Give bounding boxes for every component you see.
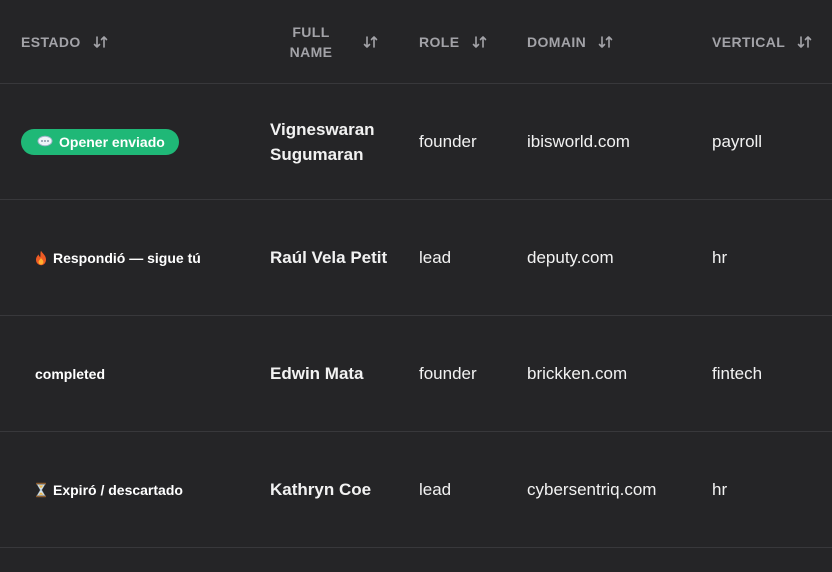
column-header-role[interactable]: ROLE [419, 0, 488, 83]
fire-icon [35, 250, 47, 266]
role-cell: lead [419, 247, 452, 267]
column-header-vertical[interactable]: VERTICAL [712, 0, 813, 83]
sort-icon[interactable] [363, 35, 379, 49]
full-name-cell: Kathryn Coe [270, 480, 372, 499]
column-header-full-name[interactable]: FULL NAME [286, 0, 379, 83]
leads-table: ESTADO FULL NAME ROLE DOMAIN VERTICAL Op… [0, 0, 832, 548]
vertical-cell: hr [712, 479, 728, 499]
domain-cell: brickken.com [527, 363, 628, 383]
status-label: completed [35, 365, 106, 382]
estado-cell: completed [21, 316, 105, 431]
table-header: ESTADO FULL NAME ROLE DOMAIN VERTICAL [0, 0, 832, 84]
table-row[interactable]: Expiró / descartado Kathryn Coe lead cyb… [0, 432, 832, 548]
vertical-cell: hr [712, 247, 728, 267]
column-label: DOMAIN [527, 33, 587, 50]
table-row[interactable]: Respondió — sigue tú Raúl Vela Petit lea… [0, 200, 832, 316]
column-label: ESTADO [21, 33, 81, 50]
status-label: Expiró / descartado [53, 481, 183, 498]
column-header-domain[interactable]: DOMAIN [527, 0, 614, 83]
full-name-cell: Vigneswaran Sugumaran [270, 119, 375, 164]
sort-icon[interactable] [797, 35, 813, 49]
domain-cell: cybersentriq.com [527, 479, 657, 499]
estado-cell: Expiró / descartado [21, 432, 183, 547]
status-label: Respondió — sigue tú [53, 249, 201, 266]
column-header-estado[interactable]: ESTADO [21, 0, 109, 83]
role-cell: founder [419, 363, 477, 383]
status-badge: completed [21, 366, 105, 382]
hourglass-icon [35, 482, 47, 498]
estado-cell: Opener enviado [21, 84, 179, 199]
sort-icon[interactable] [93, 35, 109, 49]
table-row[interactable]: completed Edwin Mata founder brickken.co… [0, 316, 832, 432]
column-label: ROLE [419, 33, 460, 50]
role-cell: founder [419, 131, 477, 151]
column-label: FULL NAME [289, 23, 333, 60]
estado-cell: Respondió — sigue tú [21, 200, 201, 315]
domain-cell: deputy.com [527, 247, 614, 267]
speech-bubble-icon [37, 135, 53, 148]
domain-cell: ibisworld.com [527, 131, 630, 151]
status-badge: Respondió — sigue tú [21, 250, 201, 266]
vertical-cell: payroll [712, 131, 763, 151]
table-row[interactable]: Opener enviado Vigneswaran Sugumaran fou… [0, 84, 832, 200]
full-name-cell: Edwin Mata [270, 364, 364, 383]
full-name-cell: Raúl Vela Petit [270, 248, 388, 267]
status-label: Opener enviado [59, 133, 165, 150]
status-badge: Opener enviado [21, 128, 179, 155]
role-cell: lead [419, 479, 452, 499]
sort-icon[interactable] [598, 35, 614, 49]
status-badge: Expiró / descartado [21, 482, 183, 498]
sort-icon[interactable] [472, 35, 488, 49]
vertical-cell: fintech [712, 363, 763, 383]
column-label: VERTICAL [712, 33, 786, 50]
